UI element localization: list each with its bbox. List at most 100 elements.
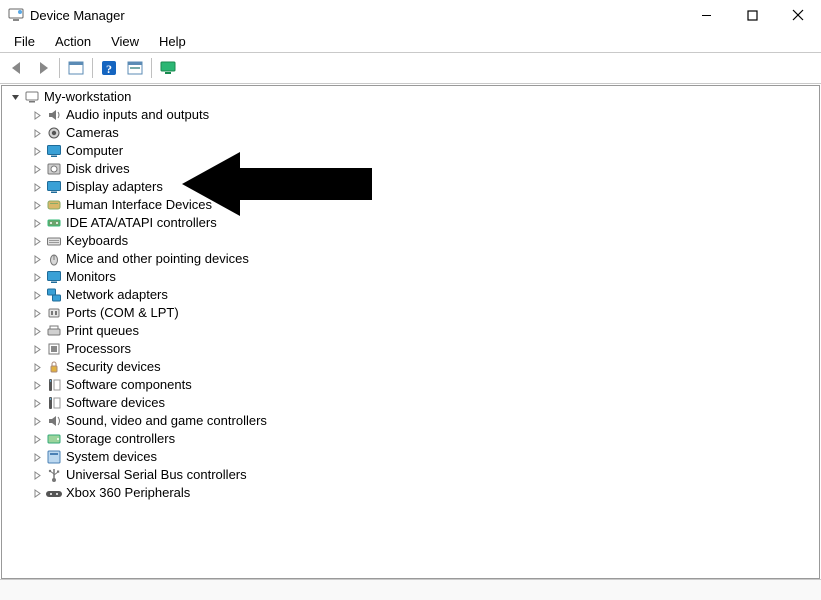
- chevron-right-icon[interactable]: [30, 270, 44, 284]
- chevron-right-icon[interactable]: [30, 144, 44, 158]
- keyboard-icon: [46, 233, 62, 249]
- chevron-right-icon[interactable]: [30, 252, 44, 266]
- chevron-right-icon[interactable]: [30, 324, 44, 338]
- back-icon[interactable]: [5, 56, 29, 80]
- tree-node-label: Ports (COM & LPT): [66, 304, 179, 322]
- chevron-right-icon[interactable]: [30, 432, 44, 446]
- tree-node-label: Software components: [66, 376, 192, 394]
- tree-node-label: Cameras: [66, 124, 119, 142]
- tree-node[interactable]: Audio inputs and outputs: [8, 106, 819, 124]
- usb-icon: [46, 467, 62, 483]
- toolbar-separator: [59, 58, 60, 78]
- monitor-icon: [46, 179, 62, 195]
- chevron-right-icon[interactable]: [30, 288, 44, 302]
- tree-node-label: Software devices: [66, 394, 165, 412]
- chevron-right-icon[interactable]: [30, 450, 44, 464]
- chevron-right-icon[interactable]: [30, 162, 44, 176]
- toolbar-separator: [92, 58, 93, 78]
- menubar: File Action View Help: [0, 30, 821, 53]
- tree-node[interactable]: Mice and other pointing devices: [8, 250, 819, 268]
- tree-root-node[interactable]: My-workstation: [8, 88, 819, 106]
- disk-icon: [46, 161, 62, 177]
- tree-node[interactable]: Xbox 360 Peripherals: [8, 484, 819, 502]
- monitor-icon: [46, 269, 62, 285]
- sound-icon: [46, 413, 62, 429]
- network-icon: [46, 287, 62, 303]
- tree-node[interactable]: Cameras: [8, 124, 819, 142]
- chevron-right-icon[interactable]: [30, 342, 44, 356]
- chevron-right-icon[interactable]: [30, 108, 44, 122]
- menu-action[interactable]: Action: [45, 32, 101, 51]
- tree-node[interactable]: Storage controllers: [8, 430, 819, 448]
- tree-area: My-workstationAudio inputs and outputsCa…: [1, 85, 820, 579]
- tree-node[interactable]: Ports (COM & LPT): [8, 304, 819, 322]
- minimize-button[interactable]: [683, 0, 729, 30]
- maximize-button[interactable]: [729, 0, 775, 30]
- tree-node[interactable]: Print queues: [8, 322, 819, 340]
- tree-node[interactable]: System devices: [8, 448, 819, 466]
- chevron-right-icon[interactable]: [30, 216, 44, 230]
- chevron-right-icon[interactable]: [30, 486, 44, 500]
- tree-node[interactable]: Computer: [8, 142, 819, 160]
- show-hide-icon[interactable]: [64, 56, 88, 80]
- tree-node-label: Xbox 360 Peripherals: [66, 484, 190, 502]
- chevron-right-icon[interactable]: [30, 198, 44, 212]
- tree-node-label: Storage controllers: [66, 430, 175, 448]
- device-manager-window: Device Manager File Action View Help ? M…: [0, 0, 821, 600]
- chevron-down-icon[interactable]: [8, 90, 22, 104]
- tree-node[interactable]: Monitors: [8, 268, 819, 286]
- software-icon: [46, 395, 62, 411]
- tree-node[interactable]: Software devices: [8, 394, 819, 412]
- tree-node-label: Keyboards: [66, 232, 128, 250]
- computer-icon: [24, 89, 40, 105]
- monitor-icon: [46, 143, 62, 159]
- port-icon: [46, 305, 62, 321]
- chevron-right-icon[interactable]: [30, 468, 44, 482]
- chevron-right-icon[interactable]: [30, 126, 44, 140]
- chevron-right-icon[interactable]: [30, 180, 44, 194]
- tree-node[interactable]: Universal Serial Bus controllers: [8, 466, 819, 484]
- scan-hardware-icon[interactable]: [123, 56, 147, 80]
- menu-help[interactable]: Help: [149, 32, 196, 51]
- tree-node[interactable]: Disk drives: [8, 160, 819, 178]
- forward-icon[interactable]: [31, 56, 55, 80]
- menu-file[interactable]: File: [4, 32, 45, 51]
- chevron-right-icon[interactable]: [30, 396, 44, 410]
- svg-text:?: ?: [106, 62, 112, 76]
- tree-node[interactable]: IDE ATA/ATAPI controllers: [8, 214, 819, 232]
- tree-node-label: Computer: [66, 142, 123, 160]
- tree-node[interactable]: Security devices: [8, 358, 819, 376]
- tree-node-label: Security devices: [66, 358, 161, 376]
- tree-node-label: Network adapters: [66, 286, 168, 304]
- close-button[interactable]: [775, 0, 821, 30]
- tree-node[interactable]: Sound, video and game controllers: [8, 412, 819, 430]
- window-title: Device Manager: [30, 8, 125, 23]
- menu-view[interactable]: View: [101, 32, 149, 51]
- device-tree[interactable]: My-workstationAudio inputs and outputsCa…: [2, 86, 819, 502]
- tree-node-label: Monitors: [66, 268, 116, 286]
- tree-node[interactable]: Human Interface Devices: [8, 196, 819, 214]
- tree-node-label: Audio inputs and outputs: [66, 106, 209, 124]
- help-icon[interactable]: ?: [97, 56, 121, 80]
- app-icon: [8, 7, 24, 23]
- tree-node[interactable]: Network adapters: [8, 286, 819, 304]
- camera-icon: [46, 125, 62, 141]
- chevron-right-icon[interactable]: [30, 234, 44, 248]
- tree-node-label: Mice and other pointing devices: [66, 250, 249, 268]
- chevron-right-icon[interactable]: [30, 306, 44, 320]
- controller-icon: [46, 215, 62, 231]
- printer-icon: [46, 323, 62, 339]
- chevron-right-icon[interactable]: [30, 378, 44, 392]
- tree-node[interactable]: Processors: [8, 340, 819, 358]
- tree-node[interactable]: Software components: [8, 376, 819, 394]
- chevron-right-icon[interactable]: [30, 414, 44, 428]
- monitor-icon[interactable]: [156, 56, 180, 80]
- chevron-right-icon[interactable]: [30, 360, 44, 374]
- system-icon: [46, 449, 62, 465]
- statusbar: [0, 579, 821, 600]
- tree-node-label: IDE ATA/ATAPI controllers: [66, 214, 217, 232]
- tree-node-label: Human Interface Devices: [66, 196, 212, 214]
- tree-node[interactable]: Display adapters: [8, 178, 819, 196]
- tree-node-label: Processors: [66, 340, 131, 358]
- tree-node[interactable]: Keyboards: [8, 232, 819, 250]
